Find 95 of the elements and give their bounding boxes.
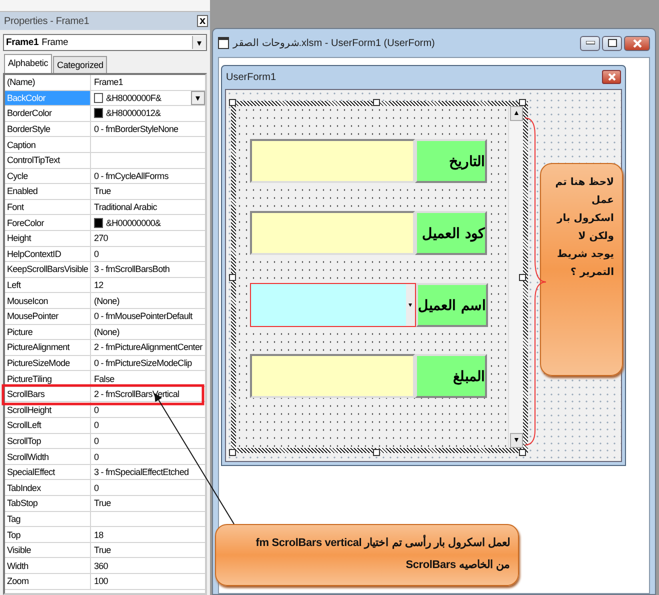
restore-button[interactable] [602, 36, 622, 50]
property-value[interactable]: 2 - fmPictureAlignmentCenter [94, 342, 202, 352]
minimize-button[interactable] [580, 36, 600, 50]
property-value[interactable]: 0 [94, 436, 99, 446]
property-name[interactable]: SpecialEffect [5, 464, 91, 480]
property-name[interactable]: Caption [5, 137, 91, 152]
property-name[interactable]: ScrollLeft [5, 418, 91, 433]
property-name[interactable]: TabStop [5, 496, 91, 511]
resize-handle[interactable] [373, 449, 380, 456]
property-name[interactable]: Width [5, 558, 91, 573]
property-value[interactable]: 3 - fmSpecialEffectEtched [94, 467, 189, 478]
resize-handle[interactable] [373, 99, 380, 106]
property-name[interactable]: TabIndex [5, 480, 91, 496]
property-value[interactable]: 18 [94, 530, 104, 540]
property-name[interactable]: Zoom [5, 574, 91, 589]
window-title: Properties - Frame1 [4, 16, 90, 26]
callout-note: لعمل اسكرول بار رأسى تم اختيار fm ScrolBars vertical من الخاصيه ScrolBars [215, 524, 519, 586]
property-value[interactable]: 0 - fmCycleAllForms [94, 170, 168, 181]
property-name[interactable]: ForeColor [5, 215, 91, 230]
property-value[interactable]: (None) [94, 326, 120, 337]
close-icon [632, 38, 642, 48]
property-name[interactable]: ScrollBars [5, 386, 91, 402]
minimize-icon [586, 41, 594, 45]
property-value[interactable]: 0 [94, 404, 99, 415]
property-value[interactable]: 0 - fmPictureSizeModeClip [94, 358, 192, 368]
resize-handle[interactable] [229, 449, 236, 456]
property-value[interactable]: Frame1 [94, 77, 123, 88]
property-name[interactable]: Height [5, 230, 91, 246]
form-icon [218, 37, 229, 49]
restore-icon [608, 39, 616, 47]
text-box[interactable] [250, 211, 415, 255]
window-title: شروحات الصقر.xlsm - UserForm1 (UserForm) [233, 37, 435, 49]
property-value[interactable]: 0 [94, 452, 99, 462]
property-name[interactable]: PictureSizeMode [5, 356, 91, 370]
property-name[interactable]: ScrollWidth [5, 449, 91, 464]
property-name[interactable]: Cycle [5, 168, 91, 184]
property-value[interactable]: True [94, 186, 111, 196]
property-name[interactable]: BorderStyle [5, 122, 91, 136]
field-label: اسم العميل [416, 283, 488, 327]
resize-handle[interactable] [519, 449, 526, 456]
property-value[interactable]: 2 - fmScrollBarsVertical [94, 389, 180, 400]
property-value[interactable]: 12 [94, 280, 104, 290]
close-button[interactable] [602, 70, 621, 84]
resize-handle[interactable] [519, 99, 526, 106]
property-value[interactable]: 270 [94, 233, 108, 244]
property-value[interactable]: &H80000012& [106, 108, 161, 118]
resize-handle[interactable] [229, 99, 236, 106]
property-name[interactable]: Enabled [5, 184, 91, 199]
property-value[interactable]: 0 [94, 248, 99, 259]
property-value[interactable]: 3 - fmScrollBarsBoth [94, 264, 170, 274]
property-value[interactable]: 100 [94, 576, 108, 586]
property-name[interactable]: Top [5, 527, 91, 542]
close-button[interactable] [624, 36, 650, 50]
property-name[interactable]: Picture [5, 324, 91, 340]
close-icon [608, 73, 616, 81]
resize-handle[interactable] [229, 274, 236, 281]
property-value[interactable]: True [94, 545, 111, 556]
form-title: UserForm1 [226, 72, 276, 82]
tab[interactable]: Categorized [53, 56, 108, 73]
property-name[interactable]: PictureTiling [5, 371, 91, 386]
property-name[interactable]: Left [5, 278, 91, 292]
property-name[interactable]: ScrollHeight [5, 402, 91, 418]
object-combo[interactable]: Frame1 Frame ▾ [3, 34, 207, 51]
property-value[interactable]: &H8000000F& [106, 92, 162, 103]
property-value[interactable]: 0 [94, 482, 99, 493]
property-name[interactable]: PictureAlignment [5, 340, 91, 355]
property-value[interactable]: False [94, 374, 114, 384]
text-box[interactable] [250, 139, 415, 183]
property-value[interactable]: &H00000000& [106, 218, 161, 228]
close-button[interactable]: x [197, 15, 208, 27]
tab[interactable]: Alphabetic [4, 54, 52, 73]
property-value[interactable]: 360 [94, 560, 108, 571]
property-name[interactable]: Font [5, 200, 91, 214]
property-value[interactable]: 0 - fmMousePointerDefault [94, 311, 192, 322]
resize-handle[interactable] [519, 274, 526, 281]
property-name[interactable]: Tag [5, 512, 91, 526]
property-name[interactable]: MousePointer [5, 308, 91, 324]
field-label: التاريخ [415, 139, 487, 183]
property-name[interactable]: BorderColor [5, 106, 91, 121]
field-label: المبلغ [415, 354, 487, 398]
field-label: كود العميل [415, 211, 487, 255]
property-value[interactable]: Traditional Arabic [94, 202, 157, 212]
property-name[interactable]: Visible [5, 542, 91, 558]
property-name[interactable]: KeepScrollBarsVisible [5, 262, 91, 277]
property-name[interactable]: (Name) [5, 75, 91, 90]
property-name[interactable]: ScrollTop [5, 434, 91, 448]
property-name[interactable]: HelpContextID [5, 246, 91, 262]
property-name[interactable]: MouseIcon [5, 293, 91, 308]
property-value[interactable]: 0 [94, 420, 99, 430]
property-value[interactable]: 0 - fmBorderStyleNone [94, 124, 178, 134]
property-value[interactable]: True [94, 498, 111, 508]
text-box[interactable] [250, 354, 415, 398]
property-name[interactable]: ControlTipText [5, 152, 91, 168]
property-value[interactable]: (None) [94, 296, 120, 306]
callout-note: لاحظ هنا تم عمل اسكرول بار ولكن لا يوجد شريط التمرير ؟ [540, 163, 623, 376]
